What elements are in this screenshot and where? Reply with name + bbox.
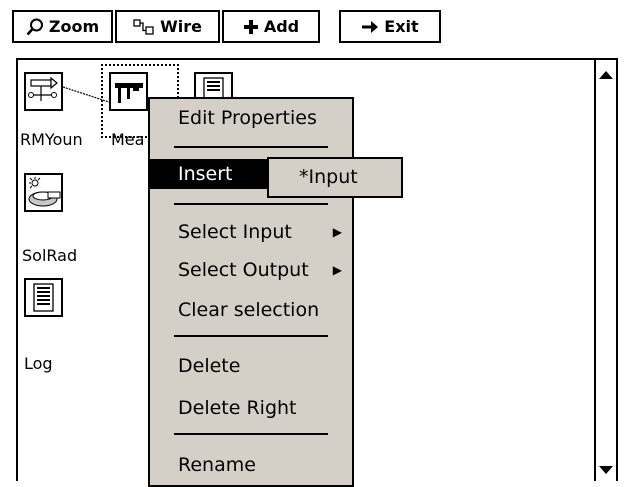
submenu-arrow-icon: ▶ [332,225,342,239]
block-solrad[interactable] [24,173,63,212]
menu-separator [174,433,328,435]
insert-submenu: *Input [267,157,403,198]
block-label-solrad: SolRad [22,246,78,265]
log-icon [26,283,61,319]
menu-item-delete[interactable]: Delete [150,351,352,381]
magnifier-icon [26,18,44,36]
scroll-down-arrow-icon[interactable] [598,461,614,479]
menu-item-rename[interactable]: Rename [150,450,352,480]
menu-item-select-output[interactable]: Select Output ▶ [150,255,352,285]
zoom-button[interactable]: Zoom [12,10,113,43]
exit-label: Exit [384,17,419,36]
caliper-icon [111,83,146,113]
wire-button[interactable]: Wire [115,10,220,43]
wire-icon [133,18,155,35]
context-menu: Edit Properties Insert Select Input ▶ Se… [148,97,354,487]
vertical-scrollbar[interactable] [594,60,616,481]
add-button[interactable]: Add [222,10,320,43]
block-log[interactable] [24,278,63,317]
block-label-rmyoung: RMYoun [20,130,83,149]
menu-item-select-input-label: Select Input [178,221,292,243]
submenu-arrow-icon: ▶ [332,263,342,277]
exit-button[interactable]: Exit [339,10,441,43]
wind-sensor-icon [26,76,61,113]
wire-label: Wire [160,17,202,36]
menu-item-select-input[interactable]: Select Input ▶ [150,217,352,247]
add-label: Add [263,17,300,36]
block-measurement[interactable] [109,72,148,111]
menu-item-edit-properties[interactable]: Edit Properties [150,103,352,133]
menu-separator [174,203,328,205]
zoom-label: Zoom [48,17,100,36]
solar-radiation-icon [26,177,61,214]
plus-icon [243,19,259,35]
menu-item-clear-selection[interactable]: Clear selection [150,295,352,325]
menu-item-select-output-label: Select Output [178,259,309,281]
block-label-measurement: Mea [111,130,145,149]
arrow-right-icon [361,20,379,34]
menu-separator [174,146,328,148]
block-rmyoung[interactable] [24,72,63,111]
submenu-item-input[interactable]: *Input [299,166,358,188]
menu-separator [174,335,328,337]
block-label-log: Log [24,354,53,373]
scroll-up-arrow-icon[interactable] [598,66,614,84]
menu-item-insert-label: Insert [178,163,233,185]
menu-item-delete-right[interactable]: Delete Right [150,393,352,423]
